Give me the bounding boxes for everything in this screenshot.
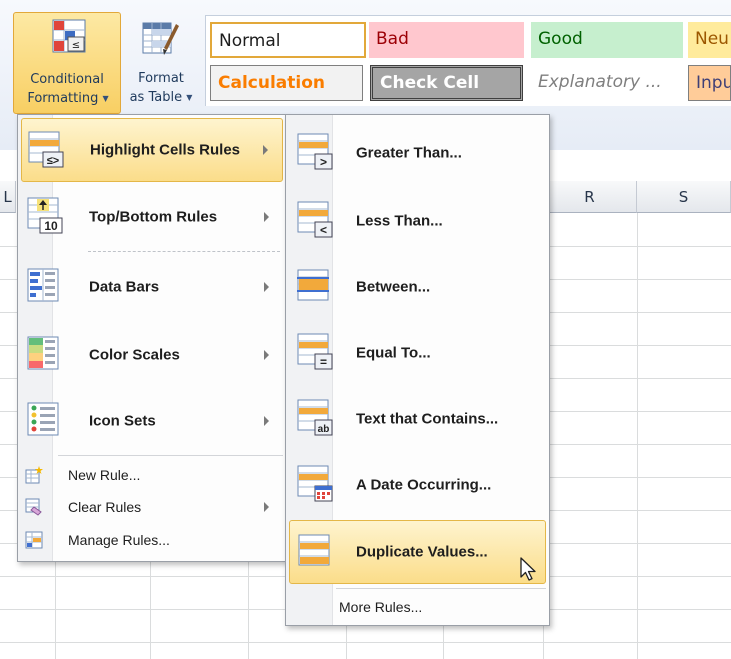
conditional-formatting-menu: ≤> Highlight Cells Rules 10 Top/Bottom R… — [17, 114, 287, 562]
svg-text:ab: ab — [318, 424, 330, 435]
menu-item-label: A Date Occurring... — [356, 476, 492, 494]
menu-item-label: Between... — [356, 278, 431, 296]
duplicate-values-icon — [298, 534, 330, 566]
menu-item-label: Text that Contains... — [356, 410, 499, 428]
column-header-partial[interactable]: L — [0, 181, 16, 213]
text-contains-icon: ab — [297, 399, 333, 436]
style-check-cell[interactable]: Check Cell — [370, 65, 523, 101]
format-as-table-button[interactable]: Format as Table ▼ — [120, 12, 202, 112]
menu-item-label: Manage Rules... — [68, 532, 170, 548]
menu-item-duplicate-values[interactable]: Duplicate Values... — [289, 520, 546, 584]
menu-item-new-rule[interactable]: New Rule... — [21, 460, 283, 490]
menu-item-less-than[interactable]: < Less Than... — [289, 189, 546, 253]
menu-item-label: Duplicate Values... — [356, 543, 488, 561]
style-normal[interactable]: Normal — [210, 22, 366, 58]
submenu-arrow-icon — [264, 212, 269, 222]
mouse-cursor-icon — [520, 557, 536, 581]
menu-item-label: Icon Sets — [89, 412, 156, 430]
conditional-formatting-label-2: Formatting — [27, 91, 99, 106]
greater-than-icon: > — [297, 133, 333, 170]
submenu-arrow-icon — [263, 145, 268, 155]
menu-item-label: Data Bars — [89, 278, 160, 296]
svg-text:≤>: ≤> — [47, 155, 59, 167]
conditional-formatting-icon: ≤ — [52, 19, 86, 53]
menu-item-label: Equal To... — [356, 344, 431, 362]
menu-item-more-rules[interactable]: More Rules... — [289, 592, 546, 622]
format-as-table-icon — [142, 22, 179, 55]
menu-item-highlight-cells-rules[interactable]: ≤> Highlight Cells Rules — [21, 118, 283, 182]
svg-text:10: 10 — [44, 219, 58, 233]
format-as-table-label-1: Format — [138, 71, 184, 86]
menu-item-label: Clear Rules — [68, 499, 142, 515]
clear-rules-icon — [25, 498, 42, 516]
manage-rules-icon — [25, 531, 43, 549]
style-neutral[interactable]: Neu — [688, 22, 731, 58]
conditional-formatting-label-1: Conditional — [30, 72, 104, 87]
date-occurring-icon — [297, 465, 333, 502]
menu-item-label: Greater Than... — [356, 144, 462, 162]
style-explanatory[interactable]: Explanatory ... — [531, 65, 683, 101]
highlight-cells-rules-submenu: > Greater Than... < Less Than... Between… — [285, 114, 550, 626]
column-header-s[interactable]: S — [637, 181, 731, 213]
submenu-arrow-icon — [264, 502, 269, 512]
highlight-cells-rules-icon: ≤> — [28, 131, 64, 168]
svg-text:≤: ≤ — [72, 40, 80, 51]
menu-item-label: More Rules... — [339, 599, 423, 615]
menu-item-label: Top/Bottom Rules — [89, 208, 218, 226]
submenu-arrow-icon — [264, 350, 269, 360]
data-bars-icon — [27, 268, 59, 302]
format-as-table-label-2: as Table — [129, 90, 183, 105]
dropdown-arrow-icon: ▼ — [102, 94, 109, 103]
style-good[interactable]: Good — [531, 22, 683, 58]
color-scales-icon — [27, 336, 59, 370]
icon-sets-icon — [27, 402, 59, 436]
equal-to-icon: = — [297, 333, 333, 370]
menu-item-label: Highlight Cells Rules — [90, 141, 241, 159]
menu-item-label: Less Than... — [356, 212, 443, 230]
menu-item-text-that-contains[interactable]: ab Text that Contains... — [289, 387, 546, 451]
submenu-arrow-icon — [264, 282, 269, 292]
menu-item-a-date-occurring[interactable]: A Date Occurring... — [289, 453, 546, 517]
svg-text:>: > — [320, 155, 327, 169]
submenu-arrow-icon — [264, 416, 269, 426]
conditional-formatting-button[interactable]: ≤ Conditional Formatting ▼ — [13, 12, 121, 114]
between-icon — [297, 269, 329, 301]
menu-item-greater-than[interactable]: > Greater Than... — [289, 121, 546, 185]
top-bottom-rules-icon: 10 — [27, 197, 63, 234]
column-header-r[interactable]: R — [543, 181, 637, 213]
menu-item-color-scales[interactable]: Color Scales — [21, 323, 283, 387]
style-input[interactable]: Inpu — [688, 65, 731, 101]
less-than-icon: < — [297, 201, 333, 238]
menu-item-clear-rules[interactable]: Clear Rules — [21, 492, 283, 522]
menu-item-equal-to[interactable]: = Equal To... — [289, 321, 546, 385]
style-calculation[interactable]: Calculation — [210, 65, 363, 101]
menu-item-top-bottom-rules[interactable]: 10 Top/Bottom Rules — [21, 185, 283, 249]
svg-text:<: < — [320, 223, 327, 237]
style-bad[interactable]: Bad — [369, 22, 524, 58]
menu-item-label: Color Scales — [89, 346, 180, 364]
menu-item-label: New Rule... — [68, 467, 141, 483]
menu-item-between[interactable]: Between... — [289, 255, 546, 319]
svg-text:=: = — [320, 355, 327, 369]
new-rule-icon — [25, 466, 43, 484]
menu-item-data-bars[interactable]: Data Bars — [21, 255, 283, 319]
dropdown-arrow-icon: ▼ — [186, 93, 193, 102]
menu-item-manage-rules[interactable]: Manage Rules... — [21, 525, 283, 555]
menu-item-icon-sets[interactable]: Icon Sets — [21, 389, 283, 453]
